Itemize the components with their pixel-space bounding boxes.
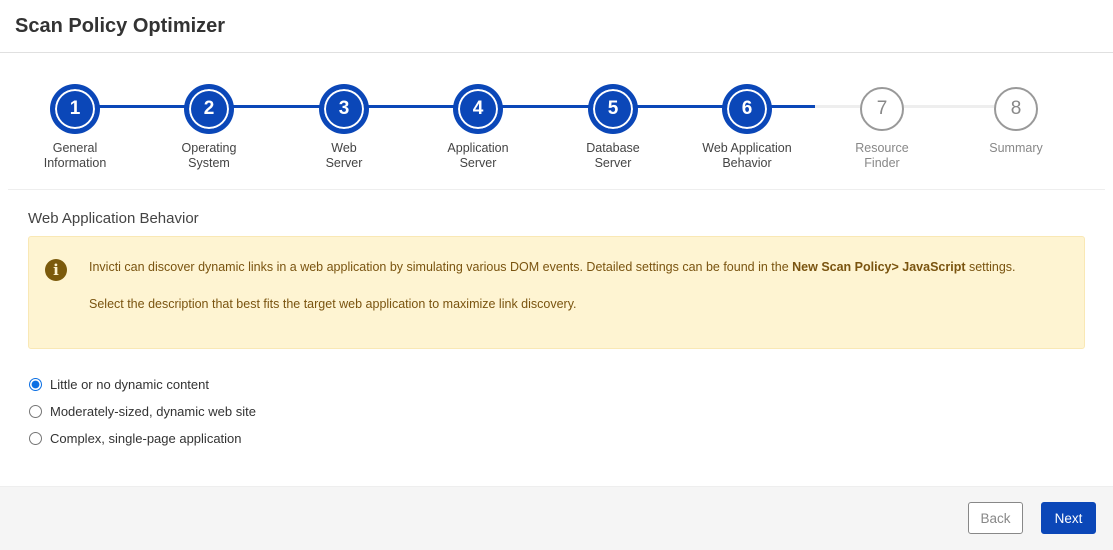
- step-circle[interactable]: 8: [994, 87, 1038, 131]
- step-label: General Information: [43, 141, 107, 170]
- step-circle[interactable]: 2: [187, 87, 231, 131]
- option-moderately-dynamic[interactable]: Moderately-sized, dynamic web site: [28, 398, 1085, 425]
- step-7[interactable]: 7 Resource Finder: [822, 87, 942, 171]
- wizard-footer: Back Next: [0, 486, 1113, 550]
- step-circle[interactable]: 5: [591, 87, 635, 131]
- step-8[interactable]: 8 Summary: [956, 87, 1076, 156]
- alert-text-second: Select the description that best fits th…: [89, 297, 577, 311]
- step-label: Operating System: [181, 141, 237, 170]
- step-circle[interactable]: 1: [53, 87, 97, 131]
- step-1[interactable]: 1 General Information: [15, 87, 135, 171]
- back-button[interactable]: Back: [968, 502, 1023, 534]
- step-label: Web Application Behavior: [702, 141, 792, 170]
- section-title: Web Application Behavior: [28, 210, 199, 227]
- step-label: Summary: [989, 141, 1043, 155]
- step-6[interactable]: 6 Web Application Behavior: [687, 87, 807, 171]
- page-header: Scan Policy Optimizer: [0, 0, 1113, 53]
- step-5[interactable]: 5 Database Server: [553, 87, 673, 171]
- step-label: Web Server: [325, 141, 363, 170]
- option-single-page[interactable]: Complex, single-page application: [28, 425, 1085, 452]
- next-button[interactable]: Next: [1041, 502, 1096, 534]
- step-circle[interactable]: 4: [456, 87, 500, 131]
- step-circle[interactable]: 3: [322, 87, 366, 131]
- wizard-stepper: 1 General Information 2 Operating System 3 Web S…: [8, 53, 1105, 190]
- step-circle[interactable]: 6: [725, 87, 769, 131]
- alert-text: Invicti can discover dynamic links in a …: [89, 260, 1016, 274]
- option-little-dynamic[interactable]: Little or no dynamic content: [28, 371, 1085, 398]
- step-label: Resource Finder: [855, 141, 909, 170]
- step-3[interactable]: 3 Web Server: [284, 87, 404, 171]
- step-content: Web Application Behavior i Invicti can d…: [0, 190, 1113, 452]
- step-2[interactable]: 2 Operating System: [149, 87, 269, 171]
- step-label: Application Server: [447, 141, 509, 170]
- radio-little-dynamic[interactable]: [29, 378, 42, 391]
- info-alert: i Invicti can discover dynamic links in …: [28, 236, 1085, 349]
- radio-moderately-dynamic[interactable]: [29, 405, 42, 418]
- behavior-options: Little or no dynamic content Moderately-…: [28, 371, 1085, 452]
- step-label: Database Server: [586, 141, 640, 170]
- step-4[interactable]: 4 Application Server: [418, 87, 538, 171]
- alert-bold-link: New Scan Policy> JavaScript: [792, 260, 966, 274]
- info-icon: i: [45, 259, 67, 281]
- radio-single-page[interactable]: [29, 432, 42, 445]
- step-circle[interactable]: 7: [860, 87, 904, 131]
- page-title: Scan Policy Optimizer: [15, 15, 226, 37]
